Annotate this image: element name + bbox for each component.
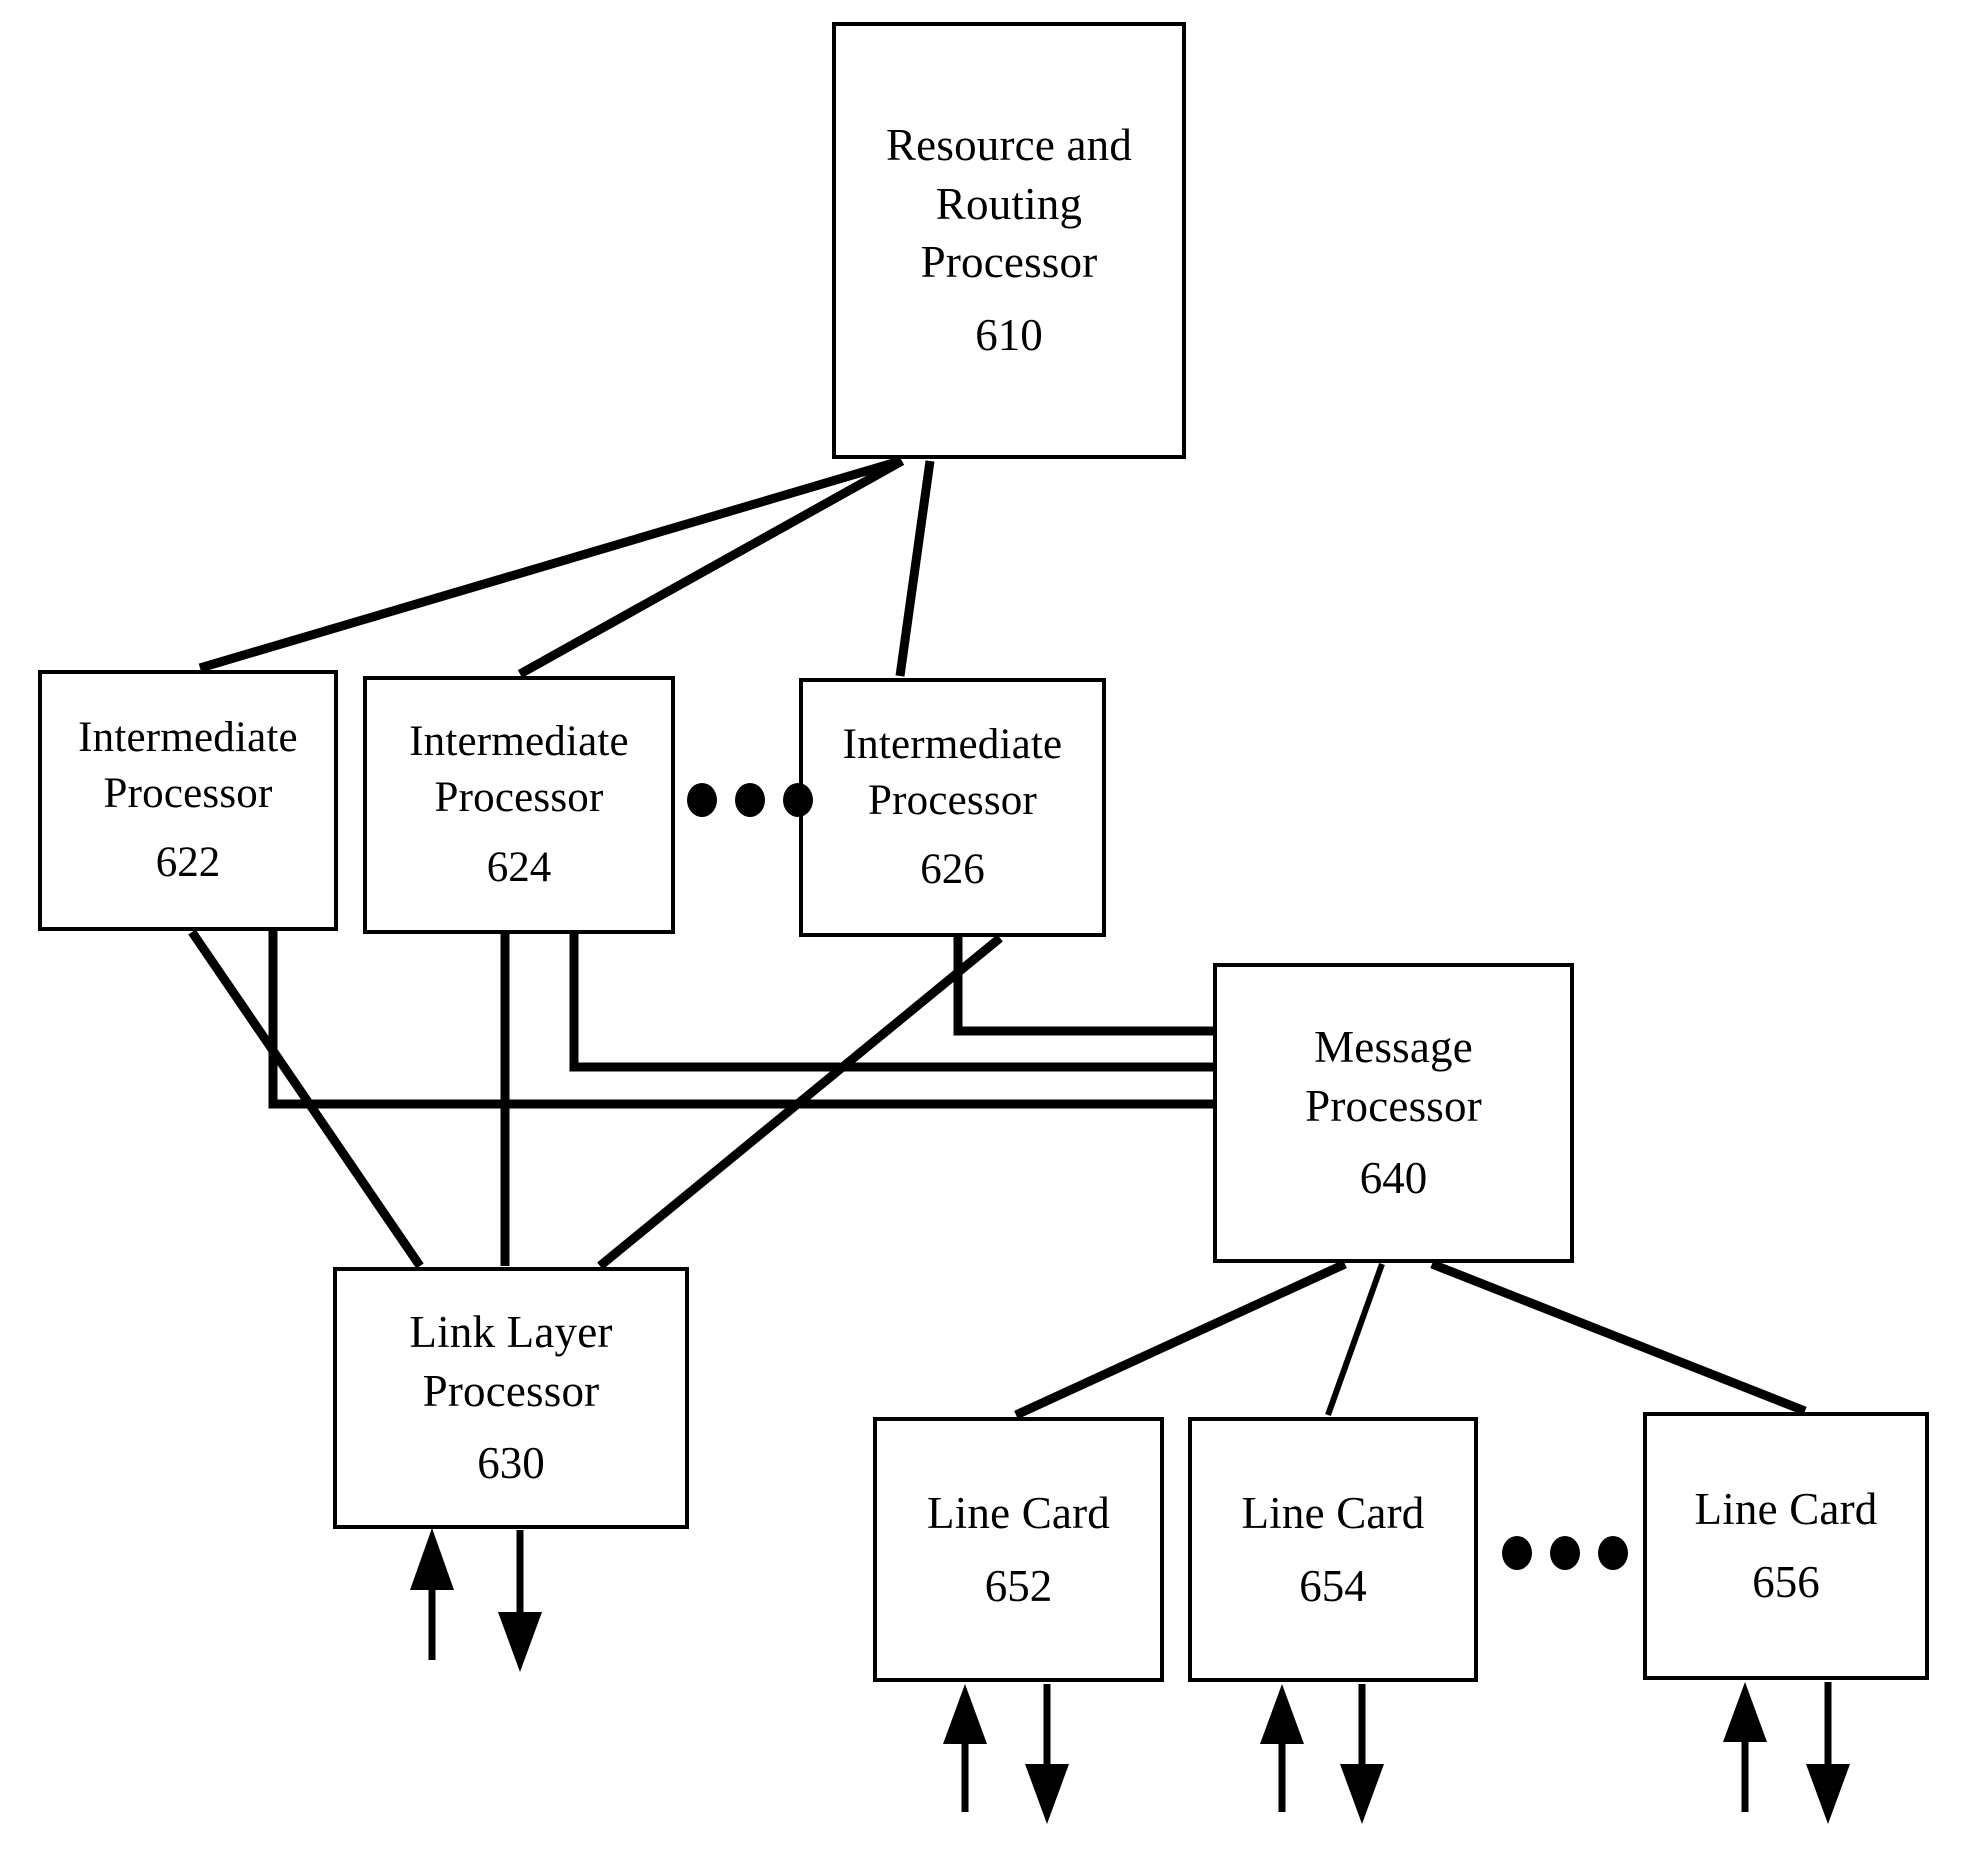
node-ref-line-card-654: 654 — [1299, 1560, 1367, 1611]
node-ref-link-layer-processor: 630 — [477, 1438, 545, 1489]
node-ref-line-card-652: 652 — [984, 1560, 1053, 1611]
line-card-ellipsis-icon — [1502, 1536, 1628, 1570]
io-arrow-lc656-out — [1806, 1682, 1850, 1824]
node-ref-resource-and-routing-processor: 610 — [975, 310, 1043, 361]
connector-ip622-to-llp — [188, 929, 424, 1269]
node-label-intermediate-processor-624: Intermediate Processor — [409, 718, 629, 822]
node-line-card-652[interactable]: Line Card 652 — [873, 1417, 1164, 1682]
connector-ip624-to-mp — [569, 933, 1214, 1072]
node-message-processor[interactable]: Message Processor 640 — [1213, 963, 1574, 1263]
io-arrow-llp-in — [410, 1528, 454, 1660]
node-label-intermediate-processor-622: Intermediate Processor — [78, 713, 298, 817]
io-arrow-llp-out — [498, 1530, 542, 1672]
node-label-resource-and-routing-processor: Resource and Routing Processor — [885, 120, 1133, 288]
ellipsis-dot — [1550, 1536, 1580, 1570]
ellipsis-dot — [1598, 1536, 1628, 1570]
node-ref-message-processor: 640 — [1359, 1153, 1428, 1204]
node-intermediate-processor-622[interactable]: Intermediate Processor 622 — [38, 670, 338, 931]
node-line-card-654[interactable]: Line Card 654 — [1188, 1417, 1478, 1682]
ellipsis-dot — [687, 783, 717, 817]
node-label-line-card-652: Line Card — [927, 1487, 1110, 1538]
figure-canvas: Resource and Routing Processor 610 Inter… — [0, 0, 1969, 1868]
node-ref-intermediate-processor-624: 624 — [486, 843, 552, 891]
connector-ip622-to-mp — [268, 931, 1214, 1109]
connector-ip626-to-mp — [953, 937, 1214, 1036]
connector-rrp-to-ip626 — [895, 460, 935, 677]
node-label-line-card-654: Line Card — [1241, 1487, 1425, 1538]
node-label-link-layer-processor: Link Layer Processor — [409, 1307, 613, 1416]
node-label-line-card-656: Line Card — [1694, 1484, 1878, 1535]
io-arrow-lc654-out — [1340, 1684, 1384, 1824]
node-intermediate-processor-624[interactable]: Intermediate Processor 624 — [363, 676, 675, 934]
connector-ip626-to-llp — [597, 934, 1003, 1270]
connector-mp-to-lc652 — [1014, 1259, 1347, 1420]
node-ref-intermediate-processor-626: 626 — [920, 846, 985, 894]
io-arrow-lc652-in — [943, 1684, 987, 1812]
node-label-intermediate-processor-626: Intermediate Processor — [842, 720, 1063, 824]
node-link-layer-processor[interactable]: Link Layer Processor 630 — [333, 1267, 689, 1529]
ellipsis-dot — [783, 783, 813, 817]
node-ref-line-card-656: 656 — [1752, 1557, 1820, 1608]
io-arrow-lc656-in — [1723, 1682, 1767, 1812]
connector-mp-to-lc654 — [1325, 1262, 1385, 1417]
io-arrow-lc652-out — [1025, 1684, 1069, 1824]
node-label-message-processor: Message Processor — [1305, 1022, 1482, 1131]
connector-rrp-to-ip622 — [198, 456, 902, 673]
io-arrow-lc654-in — [1260, 1684, 1304, 1812]
node-ref-intermediate-processor-622: 622 — [155, 839, 221, 887]
node-line-card-656[interactable]: Line Card 656 — [1643, 1412, 1929, 1680]
ellipsis-dot — [1502, 1536, 1532, 1570]
connector-rrp-to-ip624 — [517, 457, 905, 678]
ellipsis-dot — [735, 783, 765, 817]
intermediate-processor-ellipsis-icon — [687, 783, 813, 817]
connector-mp-to-lc656 — [1430, 1259, 1807, 1416]
node-intermediate-processor-626[interactable]: Intermediate Processor 626 — [799, 678, 1106, 937]
node-resource-and-routing-processor[interactable]: Resource and Routing Processor 610 — [832, 22, 1186, 459]
